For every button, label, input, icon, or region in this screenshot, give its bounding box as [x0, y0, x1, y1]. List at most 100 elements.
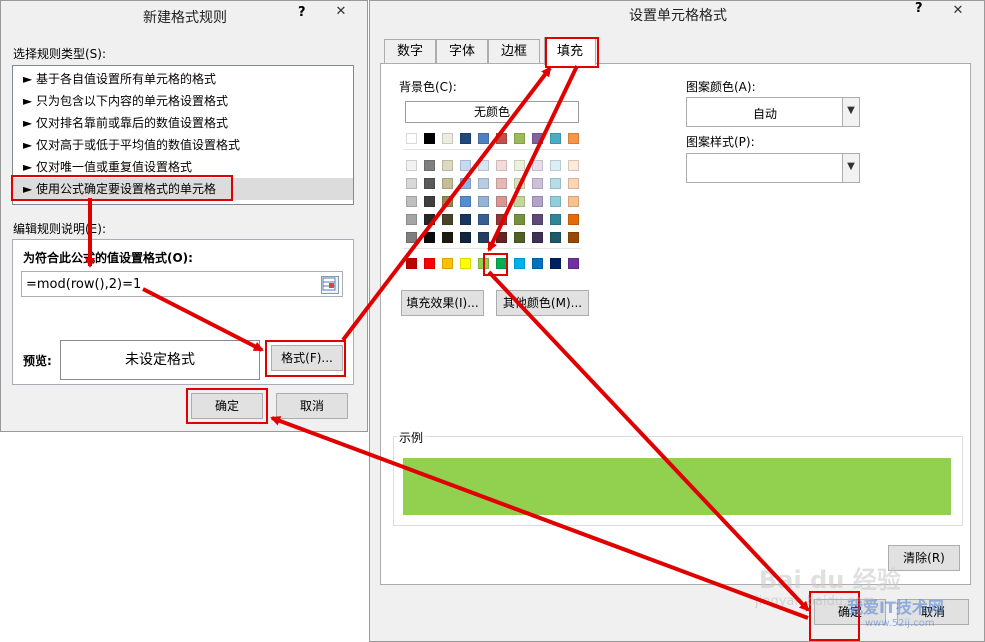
- tab-number[interactable]: 数字: [384, 39, 436, 63]
- color-swatch[interactable]: [568, 258, 579, 269]
- pattern-style-label: 图案样式(P):: [686, 135, 755, 149]
- clear-button[interactable]: 清除(R): [888, 545, 960, 571]
- color-swatch[interactable]: [406, 214, 417, 225]
- color-swatch[interactable]: [460, 232, 471, 243]
- close-icon[interactable]: ✕: [936, 1, 980, 21]
- color-swatch[interactable]: [532, 258, 543, 269]
- color-swatch[interactable]: [532, 214, 543, 225]
- color-swatch[interactable]: [550, 232, 561, 243]
- fill-tab-highlight: [545, 37, 599, 68]
- color-swatch[interactable]: [478, 214, 489, 225]
- color-swatch[interactable]: [442, 178, 453, 189]
- color-swatch[interactable]: [424, 133, 435, 144]
- color-swatch[interactable]: [496, 178, 507, 189]
- color-swatch[interactable]: [514, 258, 525, 269]
- color-swatch[interactable]: [550, 133, 561, 144]
- color-swatch[interactable]: [442, 258, 453, 269]
- color-swatch[interactable]: [460, 196, 471, 207]
- chevron-down-icon[interactable]: ▼: [842, 98, 859, 126]
- color-swatch[interactable]: [442, 133, 453, 144]
- format-button-highlight: [265, 340, 346, 377]
- color-swatch[interactable]: [424, 232, 435, 243]
- color-swatch[interactable]: [514, 160, 525, 171]
- color-swatch[interactable]: [442, 196, 453, 207]
- color-swatch[interactable]: [478, 232, 489, 243]
- color-swatch[interactable]: [406, 133, 417, 144]
- more-colors-button[interactable]: 其他颜色(M)...: [496, 290, 589, 316]
- color-swatch[interactable]: [496, 196, 507, 207]
- color-swatch[interactable]: [442, 214, 453, 225]
- color-swatch[interactable]: [460, 214, 471, 225]
- color-swatch[interactable]: [478, 196, 489, 207]
- color-swatch[interactable]: [532, 196, 543, 207]
- cancel-button[interactable]: 取消: [897, 599, 969, 625]
- color-swatch[interactable]: [406, 160, 417, 171]
- color-swatch[interactable]: [514, 196, 525, 207]
- rule-type-item[interactable]: ► 只为包含以下内容的单元格设置格式: [23, 90, 228, 112]
- color-swatch[interactable]: [568, 214, 579, 225]
- color-swatch[interactable]: [460, 178, 471, 189]
- color-swatch[interactable]: [532, 133, 543, 144]
- color-swatch[interactable]: [550, 258, 561, 269]
- range-picker-icon[interactable]: [321, 276, 339, 294]
- color-swatch[interactable]: [496, 160, 507, 171]
- dialog-title: 设置单元格格式: [629, 8, 727, 24]
- color-swatch[interactable]: [514, 178, 525, 189]
- color-swatch[interactable]: [460, 258, 471, 269]
- color-swatch[interactable]: [568, 178, 579, 189]
- color-swatch[interactable]: [424, 258, 435, 269]
- color-swatch[interactable]: [406, 232, 417, 243]
- color-swatch[interactable]: [568, 196, 579, 207]
- color-swatch[interactable]: [406, 258, 417, 269]
- color-swatch[interactable]: [460, 160, 471, 171]
- palette-divider: [403, 149, 581, 150]
- color-swatch[interactable]: [424, 214, 435, 225]
- color-swatch[interactable]: [496, 214, 507, 225]
- color-swatch[interactable]: [478, 133, 489, 144]
- dialog-title: 新建格式规则: [143, 10, 227, 26]
- color-swatch[interactable]: [550, 178, 561, 189]
- help-button[interactable]: ?: [915, 1, 923, 16]
- color-swatch[interactable]: [532, 178, 543, 189]
- color-swatch[interactable]: [568, 232, 579, 243]
- color-swatch[interactable]: [532, 160, 543, 171]
- color-swatch[interactable]: [406, 178, 417, 189]
- formula-rule-highlight: [11, 175, 233, 201]
- color-swatch[interactable]: [568, 160, 579, 171]
- color-swatch[interactable]: [496, 232, 507, 243]
- tab-border[interactable]: 边框: [488, 39, 540, 63]
- color-swatch[interactable]: [424, 196, 435, 207]
- rule-type-item[interactable]: ► 仅对唯一值或重复值设置格式: [23, 156, 192, 178]
- color-swatch[interactable]: [424, 160, 435, 171]
- color-swatch[interactable]: [568, 133, 579, 144]
- rule-type-item[interactable]: ► 仅对高于或低于平均值的数值设置格式: [23, 134, 240, 156]
- pattern-style-select[interactable]: ▼: [686, 153, 860, 183]
- rule-type-item[interactable]: ► 仅对排名靠前或靠后的数值设置格式: [23, 112, 228, 134]
- color-swatch[interactable]: [496, 133, 507, 144]
- color-swatch[interactable]: [460, 133, 471, 144]
- color-swatch[interactable]: [442, 232, 453, 243]
- cancel-button[interactable]: 取消: [276, 393, 348, 419]
- color-swatch[interactable]: [442, 160, 453, 171]
- pattern-color-select[interactable]: 自动 ▼: [686, 97, 860, 127]
- color-swatch[interactable]: [514, 214, 525, 225]
- tab-font[interactable]: 字体: [436, 39, 488, 63]
- color-swatch[interactable]: [424, 178, 435, 189]
- fill-effects-button[interactable]: 填充效果(I)...: [401, 290, 484, 316]
- help-button[interactable]: ?: [298, 5, 312, 20]
- color-swatch[interactable]: [532, 232, 543, 243]
- formula-input[interactable]: =mod(row(),2)=1: [21, 271, 343, 297]
- color-swatch[interactable]: [406, 196, 417, 207]
- color-swatch[interactable]: [514, 232, 525, 243]
- new-format-rule-dialog: 新建格式规则 ? ✕ 选择规则类型(S): ► 基于各自值设置所有单元格的格式 …: [0, 0, 368, 432]
- color-swatch[interactable]: [478, 160, 489, 171]
- rule-type-item[interactable]: ► 基于各自值设置所有单元格的格式: [23, 68, 216, 90]
- color-swatch[interactable]: [550, 196, 561, 207]
- rule-type-label: 选择规则类型(S):: [13, 47, 107, 61]
- color-swatch[interactable]: [514, 133, 525, 144]
- color-swatch[interactable]: [550, 214, 561, 225]
- close-icon[interactable]: ✕: [319, 1, 363, 23]
- color-swatch[interactable]: [478, 178, 489, 189]
- chevron-down-icon[interactable]: ▼: [842, 154, 859, 182]
- color-swatch[interactable]: [550, 160, 561, 171]
